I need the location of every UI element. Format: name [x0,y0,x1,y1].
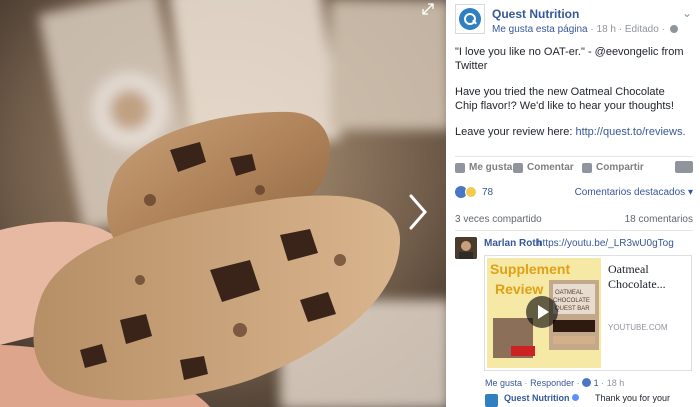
commenter-avatar[interactable] [455,237,477,259]
share-button[interactable]: Compartir [582,162,644,173]
video-thumbnail: Supplement Review OATMEAL CHOCOLATE QUES… [487,258,601,368]
comment-label: Comentar [527,162,574,173]
thumb-box-questbar: QUEST BAR [555,306,590,312]
review-prefix: Leave your review here: [455,126,576,138]
post-paragraph: Leave your review here: http://quest.to/… [455,125,687,139]
comment-author[interactable]: Marlan Roth [484,238,542,249]
post-header: Quest Nutrition Me gusta esta página · 1… [455,4,694,36]
post-meta: Me gusta esta página · 18 h · Editado · [492,24,678,35]
comment-reply-link[interactable]: Responder [530,378,574,388]
like-count-icon [582,378,592,387]
post-time[interactable]: 18 h [597,24,616,35]
comment-like-link[interactable]: Me gusta [485,378,522,388]
thumb-word-review: Review [495,281,543,297]
thumb-box-oatmeal: OATMEAL [555,290,584,296]
audience-selector[interactable] [675,161,693,173]
review-link[interactable]: http://quest.to/reviews. [575,126,685,138]
like-button[interactable]: Me gusta [455,162,512,173]
like-page-link[interactable]: Me gusta esta página [492,24,588,35]
comment-time[interactable]: 18 h [607,378,625,388]
like-icon [455,162,465,173]
share-icon [582,162,592,173]
reply-text: Thank you for your [595,393,671,403]
post-photo [0,0,446,407]
cookie-photo-art [0,0,446,407]
comment-like-count[interactable]: 1 [594,378,599,388]
reactions-row: 78 Comentarios destacados ▾ [455,185,693,203]
comment-button[interactable]: Comentar [513,162,574,173]
post-side-panel: Quest Nutrition Me gusta esta página · 1… [446,0,700,407]
comment-filter-label: Comentarios destacados [574,187,686,198]
quest-logo-icon [459,8,481,30]
divider [455,230,693,231]
expand-icon[interactable] [421,2,435,16]
next-arrow-icon[interactable] [405,192,431,232]
reply-avatar[interactable] [485,394,498,407]
preview-domain: YOUTUBE.COM [608,323,668,332]
comment-actions: Me gusta · Responder · 1 · 18 h [485,378,625,388]
shares-count[interactable]: 3 veces compartido [455,214,542,225]
options-icon[interactable]: ⌄ [682,6,692,20]
reaction-count[interactable]: 78 [482,187,493,198]
play-icon[interactable] [526,296,558,328]
post-paragraph: "I love you like no OAT-er." - @eevongel… [455,46,684,72]
stats-row: 3 veces compartido 18 comentarios [455,214,693,228]
page-avatar[interactable] [455,4,485,34]
reply-item: Quest Nutrition Thank you for your [485,392,695,407]
comment-filter-select[interactable]: Comentarios destacados ▾ [575,187,693,198]
thumb-word-supplement: Supplement [490,261,570,277]
verified-icon [572,394,580,401]
thumb-box-chocolate: CHOCOLATE [553,298,590,304]
sad-reaction-icon[interactable] [465,186,477,198]
like-label: Me gusta [469,162,513,173]
reply-author[interactable]: Quest Nutrition [504,393,580,403]
preview-title[interactable]: Oatmeal Chocolate... [608,262,688,292]
reply-author-name: Quest Nutrition [504,393,570,403]
globe-icon [669,25,678,33]
post-paragraph: Have you tried the new Oatmeal Chocolate… [455,86,674,112]
action-bar: Me gusta Comentar Compartir [455,156,693,178]
comments-count[interactable]: 18 comentarios [625,214,693,225]
edited-label[interactable]: Editado [625,24,659,35]
share-label: Compartir [596,162,644,173]
post-text: "I love you like no OAT-er." - @eevongel… [455,45,687,151]
link-preview-card[interactable]: Supplement Review OATMEAL CHOCOLATE QUES… [484,255,692,371]
page-name[interactable]: Quest Nutrition [492,7,579,21]
comment-link[interactable]: https://youtu.be/_LR3wU0gTog [537,238,674,249]
comment-icon [513,162,523,173]
